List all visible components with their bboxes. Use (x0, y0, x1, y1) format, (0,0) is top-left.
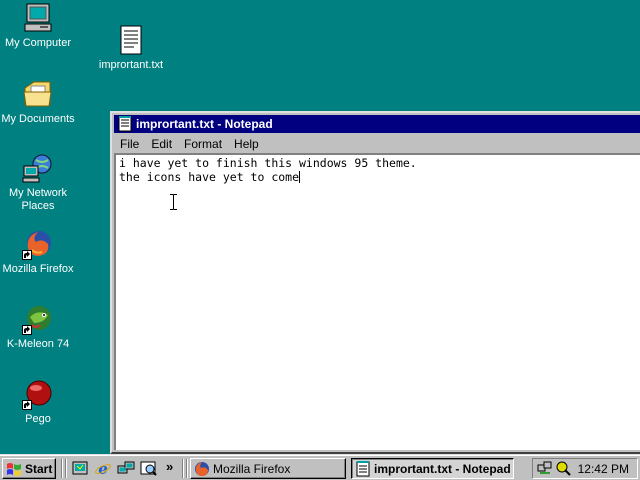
desktop-icon-pego[interactable]: Pego (0, 378, 76, 426)
shortcut-arrow-icon (22, 250, 32, 260)
folder-icon (22, 78, 54, 110)
start-label: Start (25, 461, 53, 476)
desktop-icon-label: K-Meleon 74 (6, 338, 70, 350)
shortcut-arrow-icon (22, 325, 32, 335)
taskbar-separator (182, 459, 184, 478)
desktop-icon-imprortant-txt[interactable]: imprortant.txt (93, 24, 169, 72)
start-button[interactable]: Start (2, 458, 56, 479)
desktop-icon-label: My Computer (4, 37, 72, 49)
computer-icon (22, 2, 54, 34)
pego-icon (22, 378, 54, 410)
system-tray: 12:42 PM (532, 458, 638, 479)
network-icon (22, 152, 54, 184)
desktop-icon-my-computer[interactable]: My Computer (0, 2, 76, 50)
menu-help[interactable]: Help (228, 137, 265, 151)
menu-format[interactable]: Format (178, 137, 228, 151)
desktop-icon-k-meleon[interactable]: K-Meleon 74 (0, 303, 76, 351)
notepad-icon (117, 116, 133, 132)
taskbar-separator (186, 459, 188, 478)
text-caret (299, 171, 301, 183)
network-icon[interactable] (117, 460, 135, 477)
search-icon[interactable] (140, 460, 158, 477)
editor-line: i have yet to finish this windows 95 the… (119, 156, 417, 170)
window-title: imprortant.txt - Notepad (136, 117, 273, 131)
taskbar-button-label: imprortant.txt - Notepad (374, 461, 511, 476)
taskbar-button-notepad[interactable]: imprortant.txt - Notepad (351, 458, 514, 479)
desktop-icon-label: My Network Places (8, 187, 68, 212)
taskbar-separator (61, 459, 63, 478)
desktop-icon-my-documents[interactable]: My Documents (0, 78, 76, 126)
firefox-icon (194, 461, 210, 477)
text-file-icon (115, 24, 147, 56)
menu-bar: File Edit Format Help (114, 134, 640, 153)
shortcut-arrow-icon (22, 400, 32, 410)
notepad-icon (355, 460, 371, 477)
windows-logo-icon (6, 461, 22, 477)
menu-file[interactable]: File (114, 137, 145, 151)
desktop-icon-label: My Documents (1, 113, 75, 125)
quick-launch-overflow[interactable]: » (166, 459, 173, 474)
notepad-window[interactable]: imprortant.txt - Notepad File Edit Forma… (110, 111, 640, 454)
taskbar-clock[interactable]: 12:42 PM (578, 462, 629, 476)
menu-edit[interactable]: Edit (145, 137, 178, 151)
editor-line: the icons have yet to come (119, 170, 300, 184)
text-editor[interactable]: i have yet to finish this windows 95 the… (114, 153, 640, 450)
taskbar-separator (65, 459, 67, 478)
desktop-icon-label: Mozilla Firefox (2, 263, 74, 275)
window-titlebar[interactable]: imprortant.txt - Notepad (114, 115, 640, 133)
desktop-icon-label: imprortant.txt (98, 59, 164, 71)
taskbar: Start e » Mozilla Firefox imprortant.txt… (0, 454, 640, 480)
show-desktop-icon[interactable] (71, 460, 89, 477)
taskbar-button-firefox[interactable]: Mozilla Firefox (190, 458, 346, 479)
svg-text:e: e (98, 460, 108, 477)
firefox-icon (22, 228, 54, 260)
ie-icon[interactable]: e (94, 460, 112, 478)
desktop-icon-my-network-places[interactable]: My Network Places (0, 152, 76, 213)
kmeleon-icon (22, 303, 54, 335)
taskbar-button-label: Mozilla Firefox (213, 461, 291, 476)
editor-line-with-caret: the icons have yet to come (119, 170, 640, 184)
tray-volume-icon[interactable] (555, 460, 571, 476)
ibeam-cursor-icon (170, 194, 177, 210)
desktop-icon-mozilla-firefox[interactable]: Mozilla Firefox (0, 228, 76, 276)
tray-network-icon[interactable] (537, 460, 553, 476)
desktop-icon-label: Pego (25, 413, 51, 425)
